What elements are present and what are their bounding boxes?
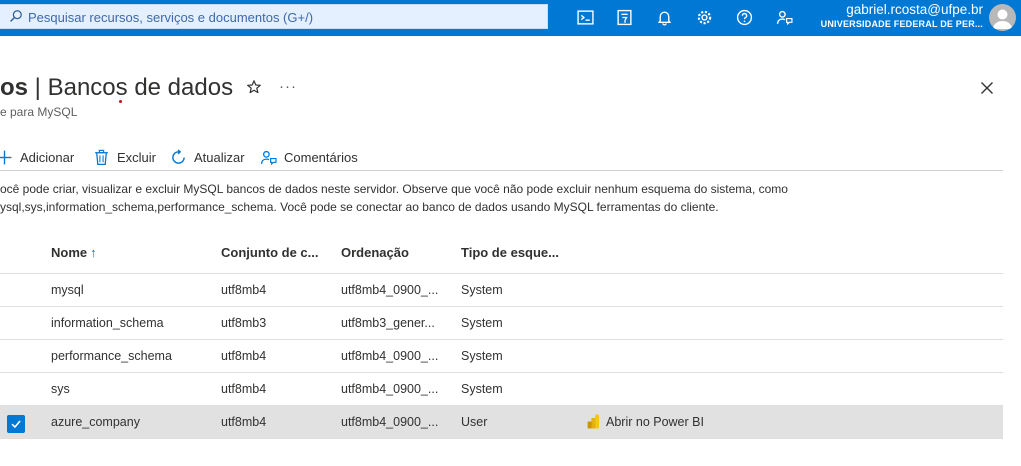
spellcheck-mark [119,100,122,103]
directory-filter-icon[interactable] [612,6,636,28]
feedback-icon[interactable] [772,6,796,28]
table-row[interactable]: mysql utf8mb4 utf8mb4_0900_... System [0,274,1003,307]
column-header-name[interactable]: Nome ↑ [51,245,97,260]
refresh-icon [172,148,185,164]
column-header-schema-type[interactable]: Tipo de esque... [461,245,559,260]
cell-name: information_schema [51,316,164,330]
cell-schema-type: System [461,283,503,297]
cell-collation: utf8mb4_0900_... [341,415,439,429]
command-bar: Adicionar Excluir Atualizar Comentários [0,143,1003,171]
plus-icon [0,150,12,164]
page-title-prefix: os [0,74,29,101]
cell-charset: utf8mb4 [221,349,267,363]
power-bi-icon [587,414,599,429]
column-header-collation[interactable]: Ordenação [341,245,409,260]
cell-charset: utf8mb3 [221,316,267,330]
page-title: os | Bancos de dados [0,72,233,104]
cell-collation: utf8mb4_0900_... [341,382,439,396]
open-in-power-bi-link[interactable]: Abrir no Power BI [587,414,704,429]
page-subtitle: e para MySQL [0,105,78,119]
trash-icon [95,149,108,165]
checkmark-icon [11,420,21,429]
user-organization: UNIVERSIDADE FEDERAL DE PER... [820,19,983,29]
cell-schema-type: System [461,349,503,363]
avatar[interactable] [989,4,1016,31]
page-title-text: Bancos de dados [47,74,234,101]
open-in-power-bi-label: Abrir no Power BI [606,414,704,429]
description-line-1: ocê pode criar, visualizar e excluir MyS… [0,182,788,196]
notifications-bell-icon[interactable] [652,6,676,28]
cell-charset: utf8mb4 [221,283,267,297]
refresh-button[interactable]: Atualizar [170,147,245,167]
cell-name: sys [51,382,70,396]
cell-name: performance_schema [51,349,172,363]
add-button[interactable]: Adicionar [0,147,74,167]
title-separator: | [28,74,48,101]
description-line-2: ysql,sys,information_schema,performance_… [0,199,719,214]
cell-charset: utf8mb4 [221,415,267,429]
cell-schema-type: System [461,382,503,396]
table-row[interactable]: sys utf8mb4 utf8mb4_0900_... System [0,373,1003,406]
account-info[interactable]: gabriel.rcosta@ufpe.br UNIVERSIDADE FEDE… [821,2,983,31]
user-avatar-icon [992,9,1013,29]
table-row[interactable]: information_schema utf8mb3 utf8mb3_gener… [0,307,1003,340]
cell-collation: utf8mb4_0900_... [341,283,439,297]
cell-name: azure_company [51,415,140,429]
more-options-button[interactable]: ··· [279,78,297,95]
favorite-star-icon[interactable] [246,79,262,95]
feedback-person-icon [260,150,277,165]
cell-schema-type: User [461,415,488,429]
search-input[interactable] [28,8,528,26]
top-bar: gabriel.rcosta@ufpe.br UNIVERSIDADE FEDE… [0,0,1021,36]
row-checkbox[interactable] [7,415,25,433]
help-question-icon[interactable] [732,6,756,28]
cell-charset: utf8mb4 [221,382,267,396]
delete-button-label: Excluir [117,149,157,165]
column-header-name-label: Nome [51,245,88,260]
add-button-label: Adicionar [20,149,75,165]
cloud-shell-icon[interactable] [573,6,597,28]
table-row-selected[interactable]: azure_company utf8mb4 utf8mb4_0900_... U… [0,406,1003,439]
info-description: ocê pode criar, visualizar e excluir MyS… [0,181,1010,216]
refresh-button-label: Atualizar [194,149,245,165]
feedback-button[interactable]: Comentários [260,147,358,167]
settings-gear-icon[interactable] [692,6,716,28]
table-header: Nome ↑ Conjunto de c... Ordenação Tipo de… [0,238,1003,274]
close-icon[interactable] [979,80,995,96]
delete-button[interactable]: Excluir [93,147,156,167]
cell-name: mysql [51,283,84,297]
cell-collation: utf8mb3_gener... [341,316,435,330]
cell-collation: utf8mb4_0900_... [341,349,439,363]
table-row[interactable]: performance_schema utf8mb4 utf8mb4_0900_… [0,340,1003,373]
user-email: gabriel.rcosta@ufpe.br [846,2,983,17]
feedback-button-label: Comentários [284,149,358,165]
column-header-charset[interactable]: Conjunto de c... [221,245,319,260]
global-search-box[interactable] [0,4,548,29]
search-icon [10,10,22,22]
sort-ascending-icon: ↑ [90,245,97,260]
cell-schema-type: System [461,316,503,330]
